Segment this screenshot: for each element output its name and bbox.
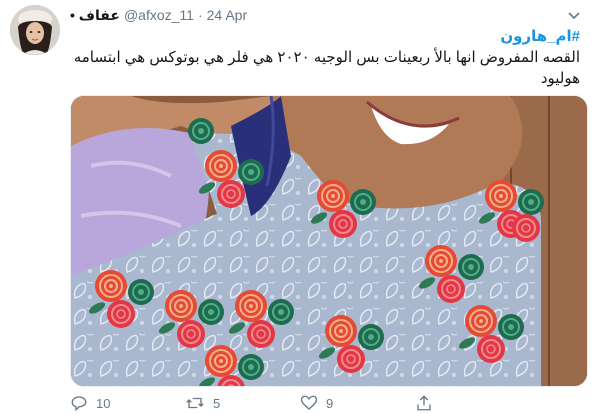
tweet-text-line-1: القصه المفروض انها بالأ ربعينات بس الوجي…: [73, 49, 580, 66]
share-button[interactable]: [415, 394, 530, 412]
tweet-date[interactable]: 24 Apr: [207, 7, 247, 23]
hashtag-link[interactable]: #ام_هارون: [70, 26, 580, 47]
like-count: 9: [326, 395, 334, 411]
reply-icon: [71, 396, 87, 412]
reply-count: 10: [96, 395, 111, 411]
author-name[interactable]: عفاف •: [70, 7, 120, 24]
tweet-menu-button[interactable]: [564, 6, 584, 26]
heart-icon: [300, 395, 318, 410]
author-handle[interactable]: @afxoz_11: [124, 7, 194, 23]
tweet-text: #ام_هارون القصه المفروض انها بالأ ربعينا…: [70, 26, 580, 89]
avatar-image: [10, 5, 60, 55]
tweet-header: عفاف • @afxoz_11 · 24 Apr: [70, 6, 580, 24]
header-separator: ·: [197, 7, 203, 23]
tweet-text-line-2: هوليود: [540, 70, 580, 87]
avatar[interactable]: [10, 5, 60, 55]
photo-image: [71, 96, 587, 386]
share-icon: [417, 395, 431, 411]
like-button[interactable]: 9: [300, 394, 415, 412]
retweet-button[interactable]: 5: [185, 394, 300, 412]
tweet-media-photo[interactable]: [70, 95, 588, 387]
reply-button[interactable]: 10: [70, 394, 185, 412]
tweet-actions: 10 5 9: [70, 392, 530, 414]
retweet-count: 5: [213, 395, 221, 411]
retweet-icon: [186, 397, 204, 409]
chevron-down-icon: [568, 12, 580, 20]
